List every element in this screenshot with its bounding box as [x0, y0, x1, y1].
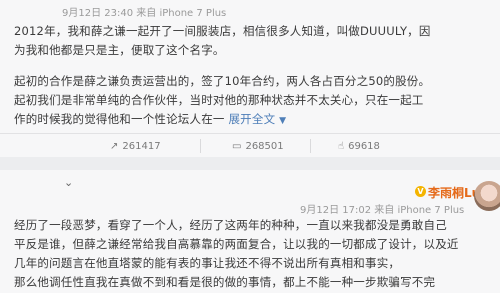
like-icon: ☝: [338, 140, 345, 152]
comment-count: 268501: [245, 140, 284, 152]
expand-full-text-link[interactable]: 展开全文 ▼: [228, 112, 286, 126]
avatar[interactable]: [474, 181, 500, 211]
repost-icon: ↗: [110, 140, 119, 152]
repost-button[interactable]: ↗ 261417: [110, 134, 161, 158]
divider: [310, 139, 311, 153]
post-text-line: 那么他调任性直我在真做不到和看是很的做的事情，都上不能一种一步欺骗写不完: [14, 275, 436, 289]
post-text-line: 起初我们是非常单纯的合作伙伴，当时对他的那种状态并不太关心，只在一起工: [14, 93, 424, 107]
post-meta: 9月12日 17:02 来自 iPhone 7 Plus: [300, 205, 465, 216]
expand-label: 展开全文: [228, 112, 276, 126]
post-text-line: 几年的问题言在他直塔蒙的能有表的事让我还不得不说出所有真相和事实，: [14, 256, 401, 270]
post-text-line: 起初的合作是薛之谦负责运营出的，签了10年合约，两人各占百分之50的股份。: [14, 74, 431, 88]
post-text-line: 平反是谁，但薛之谦经常给我自高慕靠的两面复合，让以我的一切都成了设计，以及近: [14, 237, 459, 251]
chevron-down-icon[interactable]: ⌄: [64, 176, 73, 189]
expand-arrow-icon: ▼: [279, 116, 287, 126]
like-count: 69618: [348, 140, 380, 152]
post-text-line: 为我和他都是只是主，便取了这个名字。: [14, 43, 225, 57]
comment-icon: ▭: [232, 140, 242, 152]
post-actions-bar: ↗ 261417 ▭ 268501 ☝ 69618: [0, 133, 500, 158]
post-text-fragment: 作的时候我的觉得他和一个性论坛人在一: [14, 112, 225, 126]
post-meta: 9月12日 23:40 来自 iPhone 7 Plus: [62, 8, 227, 19]
post-text-line: 经历了一段恶梦，看穿了一个人，经历了这两年的种种，一直以来我都没是勇敢自己: [14, 218, 447, 232]
verified-badge-icon: V: [415, 186, 426, 197]
like-button[interactable]: ☝ 69618: [338, 134, 380, 158]
comment-button[interactable]: ▭ 268501: [232, 134, 284, 158]
weibo-post-1: 9月12日 23:40 来自 iPhone 7 Plus 2012年，我和薛之谦…: [0, 0, 500, 157]
divider: [200, 139, 201, 153]
repost-count: 261417: [122, 140, 161, 152]
post-text-line: 2012年，我和薛之谦一起开了一间服装店，相信很多人知道，叫做DUUULY，因: [14, 24, 431, 38]
post-text-line: 作的时候我的觉得他和一个性论坛人在一 展开全文 ▼: [14, 111, 286, 127]
